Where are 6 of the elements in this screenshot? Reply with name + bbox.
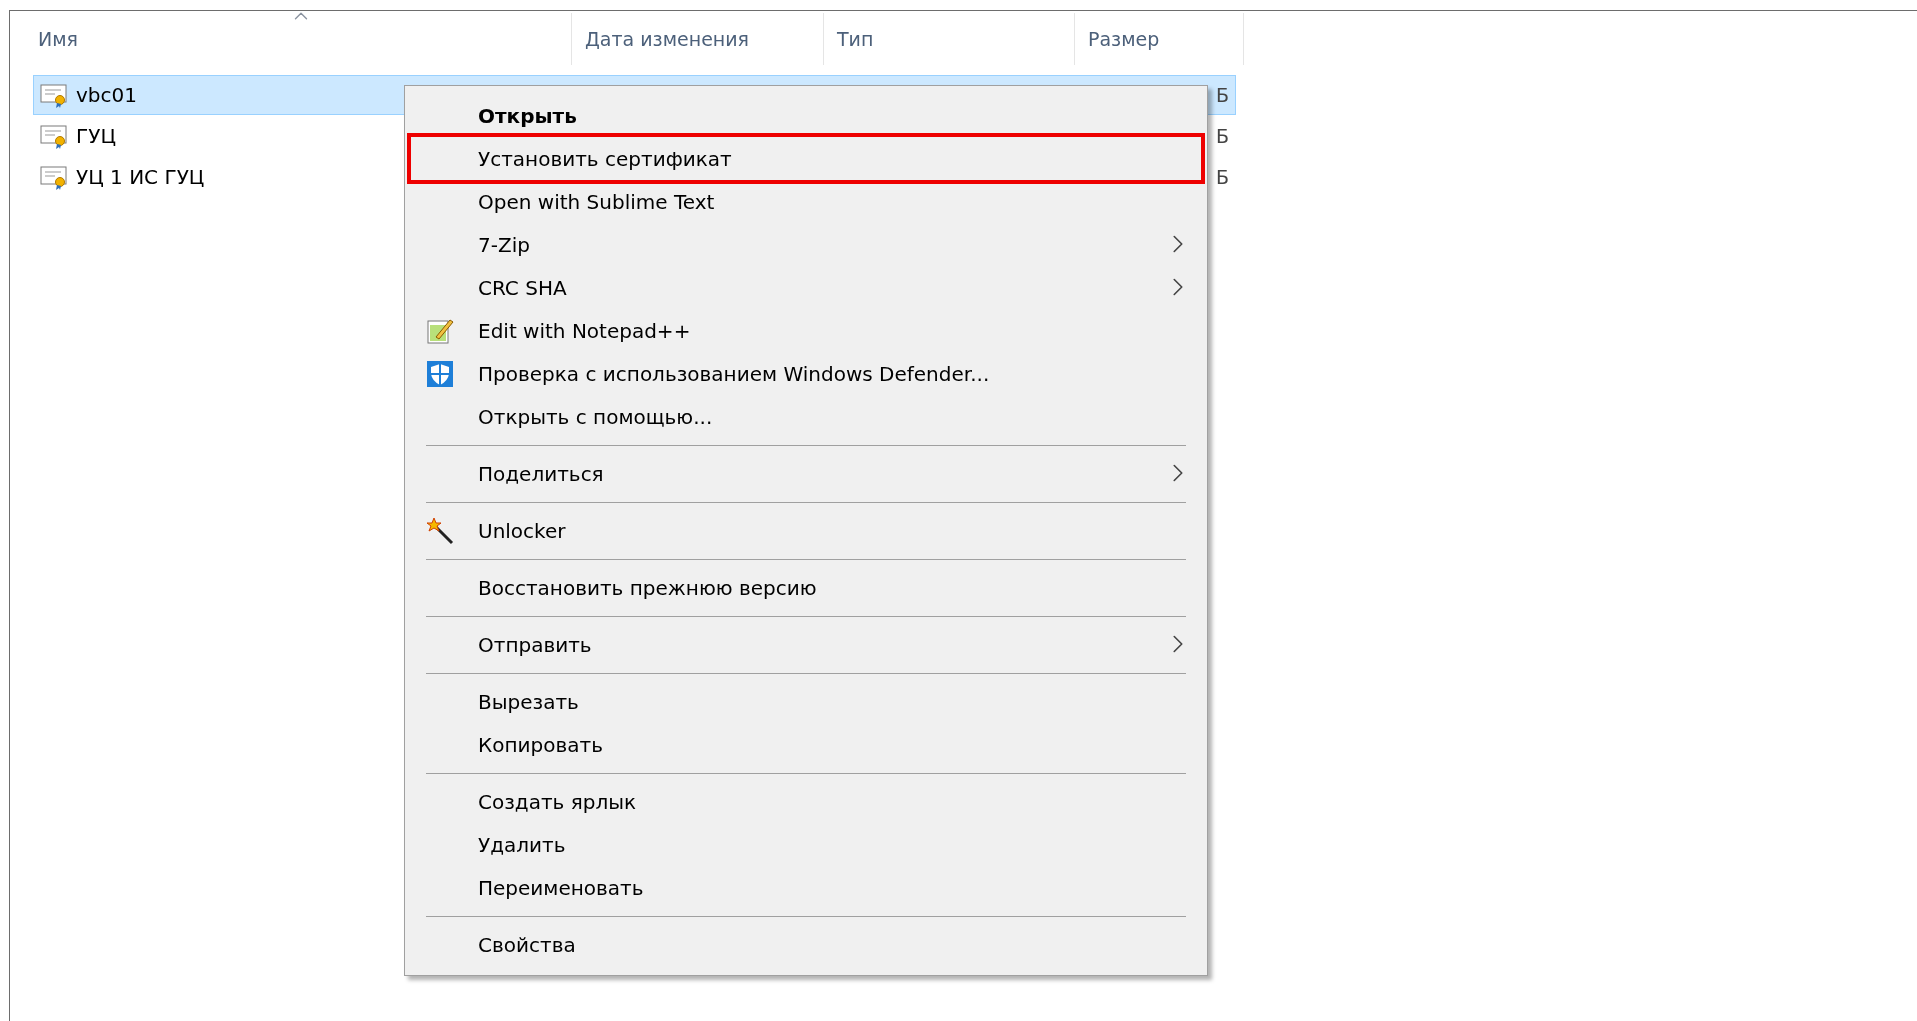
file-name: ГУЦ [76,124,116,148]
file-size: Б [1215,166,1229,188]
file-size: Б [1215,125,1229,147]
file-name: vbc01 [76,83,137,107]
file-name: УЦ 1 ИС ГУЦ [76,165,205,189]
file-size: Б [1215,84,1229,106]
